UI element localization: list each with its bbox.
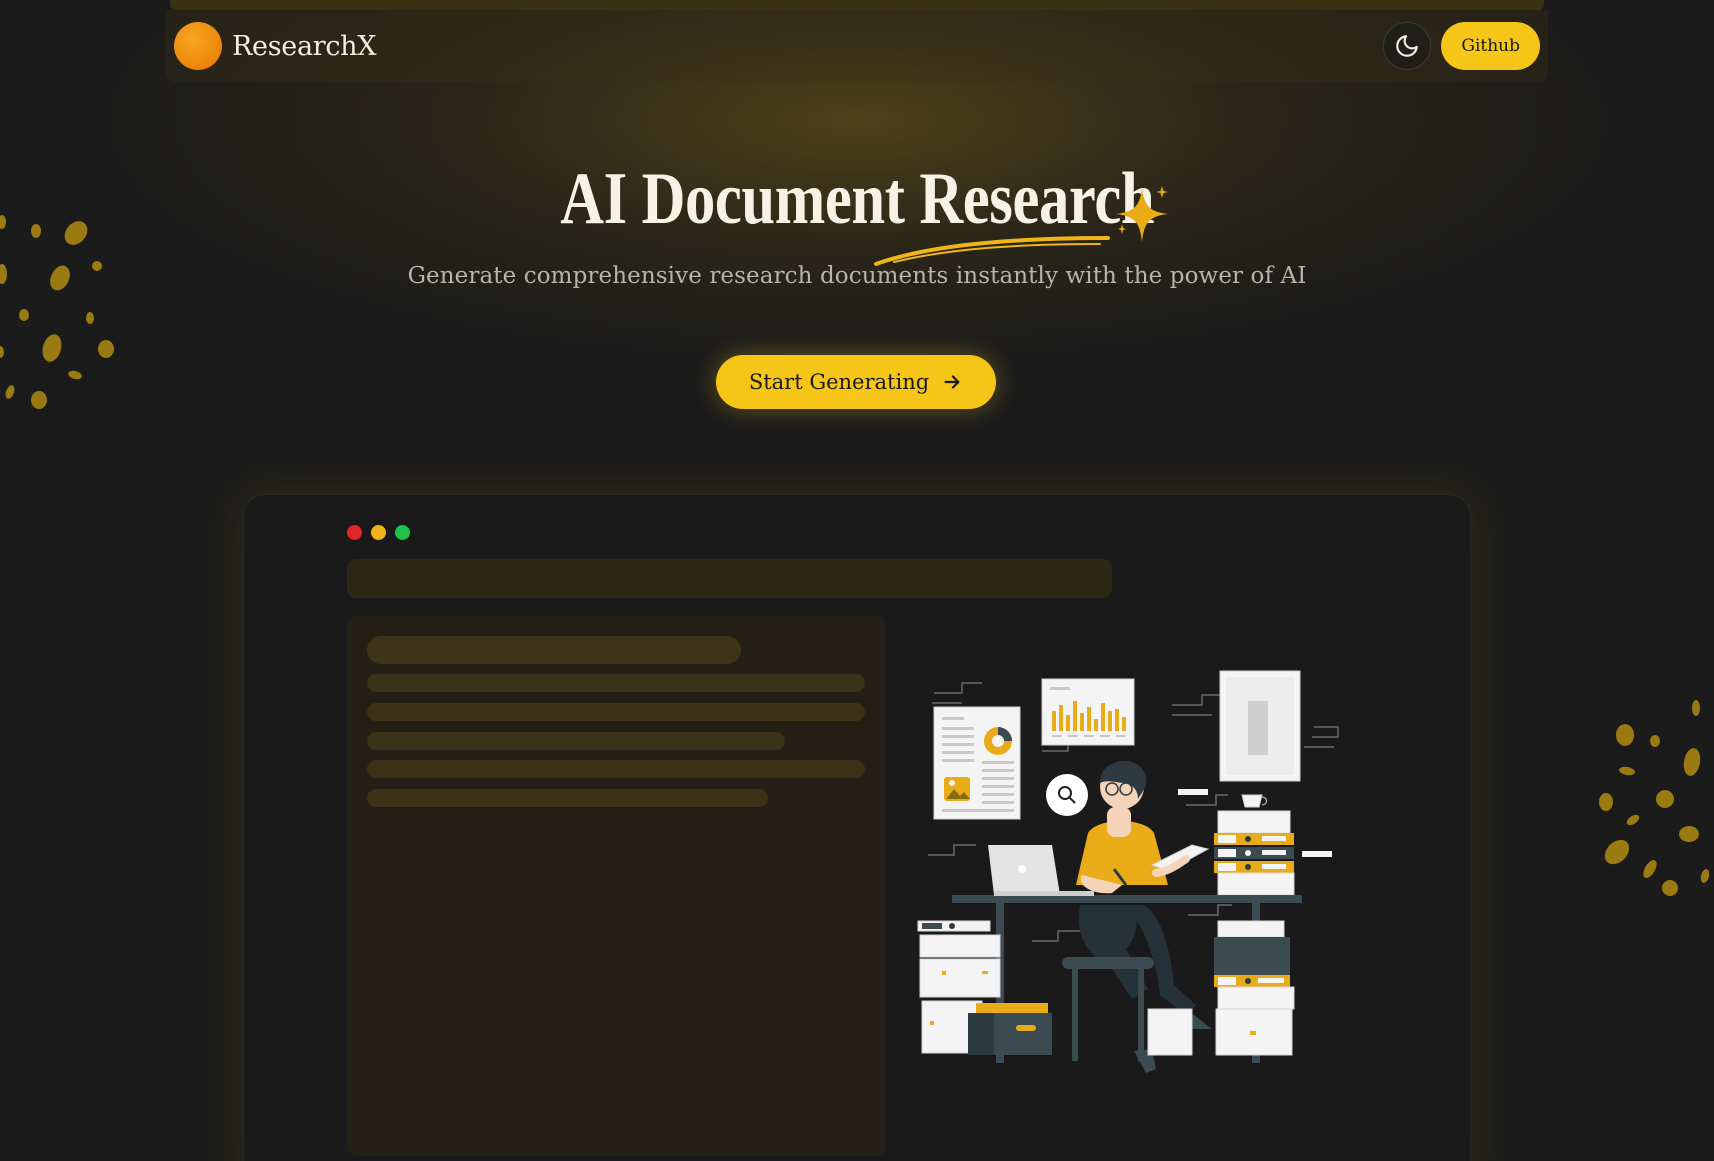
header-actions: Github xyxy=(1383,22,1540,70)
sparkle-icon xyxy=(1116,186,1168,242)
window-controls xyxy=(347,525,410,540)
brand-name: ResearchX xyxy=(232,30,377,62)
theme-toggle-button[interactable] xyxy=(1383,22,1432,70)
skeleton-line xyxy=(367,789,768,807)
landing-page: ResearchX Github AI Document Research Ge… xyxy=(0,0,1714,1161)
hero-subtitle: Generate comprehensive research document… xyxy=(407,263,1307,289)
arrow-right-icon xyxy=(944,375,960,389)
cta-label: Start Generating xyxy=(748,370,930,394)
site-header: ResearchX Github xyxy=(166,10,1548,82)
hero-heading: AI Document Research xyxy=(560,162,1154,236)
hero-title: AI Document Research xyxy=(0,162,1714,236)
skeleton-line xyxy=(367,703,865,721)
skeleton-line xyxy=(367,732,785,750)
logo-circle xyxy=(174,22,222,70)
skeleton-line xyxy=(367,674,865,692)
start-generating-button[interactable]: Start Generating xyxy=(716,355,996,409)
document-skeleton-panel xyxy=(347,616,886,1156)
moon-icon xyxy=(1396,35,1419,57)
top-accent-bar xyxy=(170,0,1544,10)
decorative-dots-left xyxy=(0,215,114,409)
minimize-dot xyxy=(371,525,386,540)
decorative-dots-right xyxy=(1599,700,1710,896)
app-preview-window xyxy=(243,494,1471,1161)
researcher-illustration xyxy=(917,670,1339,1073)
maximize-dot xyxy=(395,525,410,540)
skeleton-line xyxy=(367,760,865,778)
skeleton-heading xyxy=(367,636,741,664)
address-bar-placeholder xyxy=(347,559,1112,598)
github-button[interactable]: Github xyxy=(1441,22,1540,70)
close-dot xyxy=(347,525,362,540)
hero-title-part-1: AI Document xyxy=(559,158,905,240)
brand[interactable]: ResearchX xyxy=(174,22,376,70)
